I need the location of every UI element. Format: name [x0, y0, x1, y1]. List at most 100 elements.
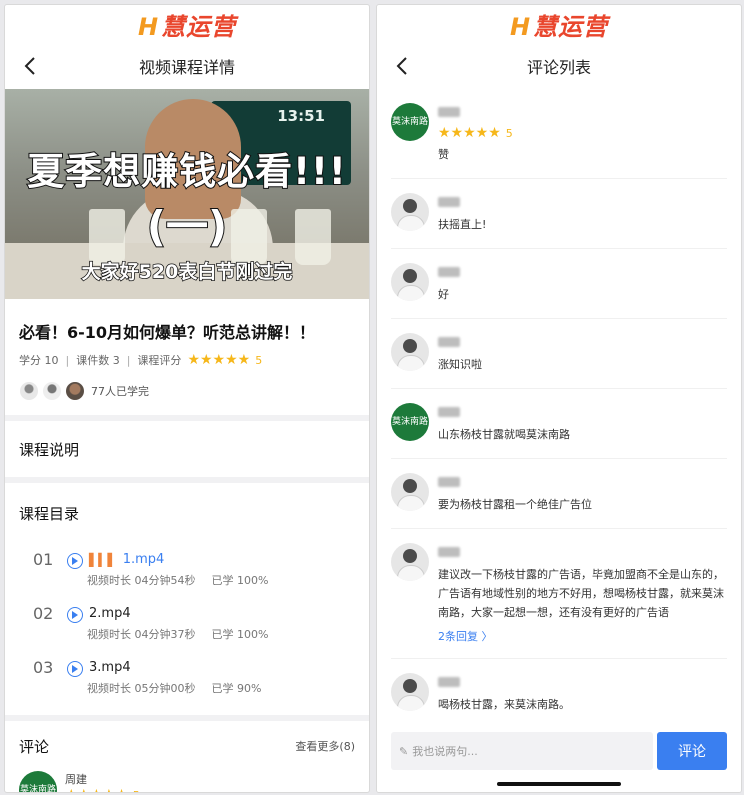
- learners-row: 77人已学完: [5, 369, 369, 403]
- avatar: [391, 193, 429, 231]
- avatar: [391, 333, 429, 371]
- pencil-icon: ✎: [399, 744, 409, 758]
- rating-value: 5: [505, 126, 513, 140]
- username-blurred: [438, 337, 460, 347]
- brand-logo: H慧运营: [137, 12, 237, 41]
- comment-text: 喝杨枝甘露，来莫沫南路。: [438, 698, 570, 711]
- course-title: 必看！6-10月如何爆单？听范总讲解！！: [19, 323, 316, 342]
- comment-item: 扶摇直上!: [391, 179, 727, 249]
- comment-text: 涨知识啦: [438, 358, 482, 371]
- lesson-duration: 视频时长 04分钟54秒: [87, 574, 196, 587]
- comment-item: 好: [391, 249, 727, 319]
- lesson-number: 02: [33, 604, 54, 623]
- description-header[interactable]: 课程说明: [5, 421, 369, 477]
- lesson-number: 01: [33, 550, 54, 569]
- lesson-item-1[interactable]: 01 ▌▍▌ 1.mp4 视频时长 04分钟54秒 已学 100%: [5, 549, 369, 603]
- star-rating-icon: ★★★★★: [65, 787, 128, 792]
- catalog-header: 课程目录: [19, 504, 80, 523]
- star-rating-icon: ★★★★★: [187, 352, 251, 368]
- video-player[interactable]: 13:51 夏季想赚钱必看!!! (一) 大家好520表白节刚过完: [5, 89, 369, 299]
- submit-comment-button[interactable]: 评论: [657, 732, 727, 770]
- comment-text: 扶摇直上!: [438, 218, 487, 231]
- username-blurred: [438, 407, 460, 417]
- username-blurred: [438, 107, 460, 117]
- rating-value: 5: [255, 353, 263, 367]
- comment-input-bar: ✎ 我也说两句... 评论: [377, 732, 741, 792]
- avatar: [19, 381, 39, 401]
- comment-text: 好: [438, 288, 449, 301]
- lesson-progress: 已学 90%: [211, 682, 262, 695]
- credit-value: 10: [44, 353, 59, 367]
- avatar: 莫沫南路: [391, 103, 429, 141]
- comment-list-screen: H慧运营 评论列表 莫沫南路 ★★★★★ 5 赞 扶摇直上! 好 涨知识啦 莫沫南…: [376, 4, 742, 793]
- see-more-link[interactable]: 查看更多(8): [295, 738, 355, 754]
- video-caption-3: 大家好520表白节刚过完: [81, 260, 293, 284]
- username-blurred: [438, 477, 460, 487]
- course-detail-screen: H慧运营 视频课程详情 13:51 夏季想赚钱必看!!! (一) 大家好520表…: [4, 4, 370, 793]
- avatar: 莫沫南路: [391, 403, 429, 441]
- play-icon[interactable]: [67, 661, 83, 677]
- lesson-item-3[interactable]: 03 3.mp4 视频时长 05分钟00秒 已学 90%: [5, 657, 369, 711]
- avatar: [391, 473, 429, 511]
- username-blurred: [438, 197, 460, 207]
- comment-username: 周建: [65, 773, 87, 786]
- home-indicator: [497, 782, 621, 786]
- replies-link[interactable]: 2条回复 〉: [438, 628, 727, 644]
- brand-logo: H慧运营: [509, 12, 609, 41]
- lesson-duration: 视频时长 04分钟37秒: [87, 628, 196, 641]
- avatar: [391, 543, 429, 581]
- lesson-name: 3.mp4: [89, 660, 131, 675]
- star-rating-icon: ★★★★★: [438, 125, 501, 141]
- playing-bars-icon: ▌▍▌: [89, 553, 117, 567]
- comments-header: 评论 查看更多(8): [5, 721, 369, 771]
- comment-text: 要为杨枝甘露租一个绝佳广告位: [438, 498, 592, 511]
- username-blurred: [438, 547, 460, 557]
- course-meta: 学分 10 | 课件数 3 | 课程评分 ★★★★★ 5: [19, 352, 263, 368]
- lesson-name: 2.mp4: [89, 606, 131, 621]
- avatar: 莫沫南路: [19, 771, 57, 792]
- comment-item: 涨知识啦: [391, 319, 727, 389]
- brand-header: H慧运营: [5, 5, 369, 43]
- comment-text: 建议改一下杨枝甘露的广告语，毕竟加盟商不全是山东的，广告语有地域性别的地方不好用…: [438, 568, 724, 619]
- play-icon[interactable]: [67, 553, 83, 569]
- comments-title: 评论: [19, 737, 50, 756]
- lessons-label: 课件数: [76, 354, 110, 367]
- credit-label: 学分: [19, 354, 41, 367]
- avatar: [42, 381, 62, 401]
- username-blurred: [438, 677, 460, 687]
- nav-bar: 视频课程详情: [5, 43, 369, 89]
- comment-item: 要为杨枝甘露租一个绝佳广告位: [391, 459, 727, 529]
- lesson-progress: 已学 100%: [211, 574, 269, 587]
- page-title: 视频课程详情: [138, 58, 235, 77]
- comment-preview: 莫沫南路 周建 ★★★★★ 5: [5, 771, 369, 793]
- comment-text: 赞: [438, 148, 449, 161]
- lesson-list: 01 ▌▍▌ 1.mp4 视频时长 04分钟54秒 已学 100% 02 2.mp…: [5, 549, 369, 711]
- comment-input[interactable]: ✎ 我也说两句...: [391, 732, 653, 770]
- play-icon[interactable]: [67, 607, 83, 623]
- back-arrow-icon[interactable]: [19, 53, 41, 79]
- comment-list: 莫沫南路 ★★★★★ 5 赞 扶摇直上! 好 涨知识啦 莫沫南路 山东杨枝甘露就喝…: [377, 89, 741, 728]
- avatar: [391, 673, 429, 711]
- video-caption-1: 夏季想赚钱必看!!!: [26, 149, 347, 194]
- page-title: 评论列表: [526, 58, 591, 77]
- avatar: [65, 381, 85, 401]
- rating-label: 课程评分: [137, 354, 182, 367]
- comment-text: 山东杨枝甘露就喝莫沫南路: [438, 428, 570, 441]
- lesson-name: 1.mp4: [122, 552, 165, 567]
- lessons-value: 3: [112, 353, 120, 367]
- learners-count: 77人已学完: [91, 385, 149, 398]
- lesson-progress: 已学 100%: [211, 628, 269, 641]
- video-caption-2: (一): [146, 201, 228, 252]
- rating-value: 5: [133, 789, 140, 793]
- comment-item: 莫沫南路 山东杨枝甘露就喝莫沫南路: [391, 389, 727, 459]
- lesson-item-2[interactable]: 02 2.mp4 视频时长 04分钟37秒 已学 100%: [5, 603, 369, 657]
- comment-item: 喝杨枝甘露，来莫沫南路。: [391, 659, 727, 728]
- lesson-number: 03: [33, 658, 54, 677]
- comment-item: 建议改一下杨枝甘露的广告语，毕竟加盟商不全是山东的，广告语有地域性别的地方不好用…: [391, 529, 727, 659]
- avatar: [391, 263, 429, 301]
- comment-item: 莫沫南路 ★★★★★ 5 赞: [391, 89, 727, 179]
- brand-header: H慧运营: [377, 5, 741, 43]
- back-arrow-icon[interactable]: [391, 53, 413, 79]
- lesson-duration: 视频时长 05分钟00秒: [87, 682, 196, 695]
- screen-time: 13:51: [277, 107, 325, 125]
